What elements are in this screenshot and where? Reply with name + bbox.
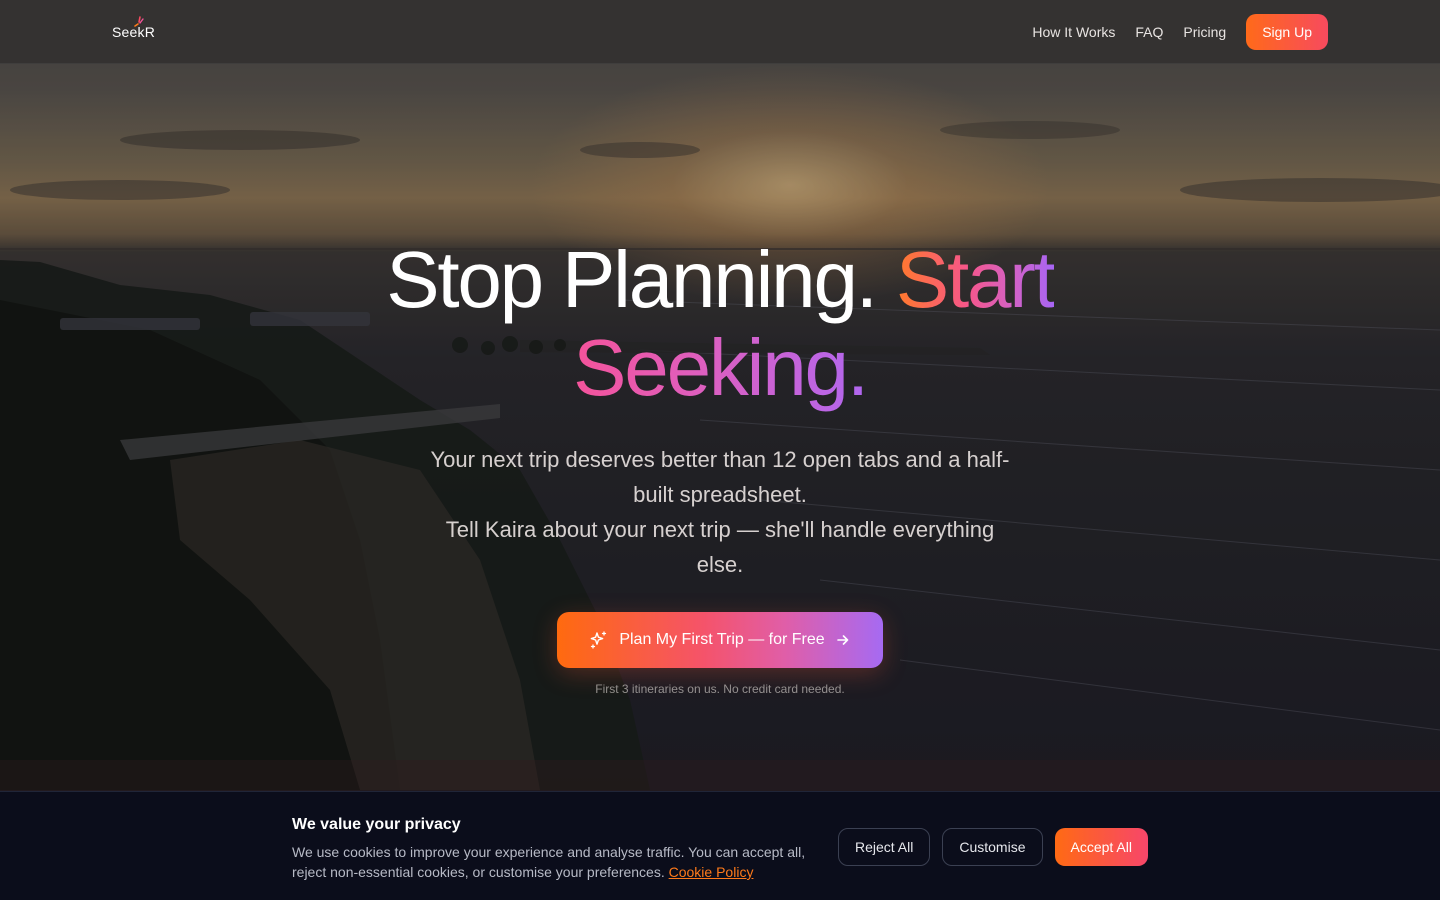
cookie-description: We use cookies to improve your experienc… bbox=[292, 842, 822, 882]
brand-logo[interactable]: SeekR bbox=[112, 16, 155, 44]
cookie-text-block: We value your privacy We use cookies to … bbox=[292, 816, 822, 882]
hero-subtitle: Your next trip deserves better than 12 o… bbox=[425, 442, 1015, 582]
hero-title: Stop Planning. Start Seeking. bbox=[0, 236, 1440, 412]
top-navbar: SeekR How It Works FAQ Pricing Sign Up bbox=[0, 0, 1440, 64]
nav-link-faq[interactable]: FAQ bbox=[1135, 24, 1163, 40]
sparkles-icon bbox=[591, 631, 607, 649]
customise-button[interactable]: Customise bbox=[942, 828, 1043, 866]
plan-first-trip-button[interactable]: Plan My First Trip — for Free bbox=[557, 612, 883, 668]
cookie-policy-link[interactable]: Cookie Policy bbox=[669, 864, 754, 880]
hero-title-accent-seeking: Seeking. bbox=[573, 323, 869, 412]
cookie-title: We value your privacy bbox=[292, 816, 461, 833]
spark-mark-icon bbox=[134, 16, 144, 27]
sign-up-button[interactable]: Sign Up bbox=[1246, 14, 1328, 50]
cookie-consent-banner: We value your privacy We use cookies to … bbox=[0, 791, 1440, 900]
reject-all-button[interactable]: Reject All bbox=[838, 828, 931, 866]
accept-all-button[interactable]: Accept All bbox=[1054, 828, 1148, 866]
hero-subtitle-line-2: Tell Kaira about your next trip — she'll… bbox=[445, 517, 995, 577]
nav-link-how-it-works[interactable]: How It Works bbox=[1032, 24, 1115, 40]
cta-note: First 3 itineraries on us. No credit car… bbox=[595, 682, 845, 696]
nav-links: How It Works FAQ Pricing Sign Up bbox=[1032, 14, 1328, 50]
hero-subtitle-line-1: Your next trip deserves better than 12 o… bbox=[430, 447, 1010, 507]
hero-title-accent-start: Start bbox=[895, 235, 1056, 324]
hero-section: Stop Planning. Start Seeking. Your next … bbox=[0, 236, 1440, 697]
plan-first-trip-label: Plan My First Trip — for Free bbox=[619, 631, 825, 648]
arrow-right-icon bbox=[836, 635, 848, 645]
hero-title-main: Stop Planning. bbox=[386, 235, 896, 324]
cookie-actions: Reject All Customise Accept All bbox=[838, 828, 1148, 866]
nav-link-pricing[interactable]: Pricing bbox=[1183, 24, 1226, 40]
